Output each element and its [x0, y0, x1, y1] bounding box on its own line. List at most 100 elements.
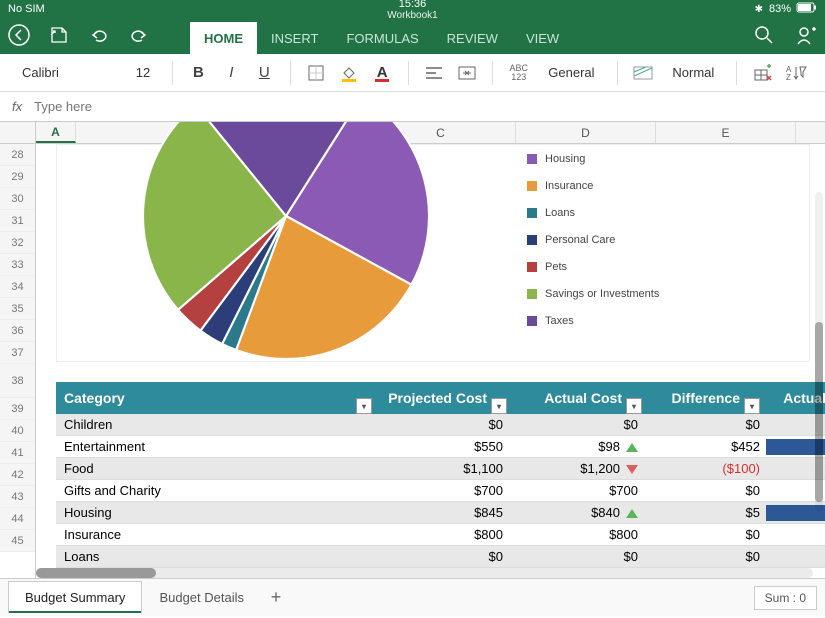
- row-header[interactable]: 32: [0, 232, 35, 254]
- trend-up-icon: [626, 443, 638, 452]
- back-icon[interactable]: [8, 24, 30, 46]
- legend-item: Loans: [527, 199, 659, 226]
- borders-button[interactable]: [305, 60, 328, 86]
- legend-item: Savings or Investments: [527, 280, 659, 307]
- row-header[interactable]: 33: [0, 254, 35, 276]
- filter-button[interactable]: ▾: [491, 398, 507, 414]
- legend-item: Personal Care: [527, 226, 659, 253]
- formula-bar: fx: [0, 92, 825, 122]
- align-button[interactable]: [422, 60, 445, 86]
- fx-label: fx: [12, 99, 22, 114]
- italic-button[interactable]: I: [220, 60, 243, 86]
- table-row[interactable]: Housing$845$840$5: [56, 502, 825, 524]
- row-header[interactable]: 35: [0, 298, 35, 320]
- svg-text:Z: Z: [786, 73, 791, 82]
- tab-home[interactable]: HOME: [190, 22, 257, 54]
- font-name-select[interactable]: [18, 61, 118, 85]
- row-header[interactable]: 29: [0, 166, 35, 188]
- bluetooth-icon: ✱: [755, 4, 763, 15]
- row-header[interactable]: 38: [0, 364, 35, 398]
- row-header[interactable]: 44: [0, 508, 35, 530]
- table-row[interactable]: Children$0$0$0: [56, 414, 825, 436]
- sheet-tab-summary[interactable]: Budget Summary: [8, 581, 142, 614]
- carrier-label: No SIM: [8, 3, 45, 15]
- legend-item: Taxes: [527, 307, 659, 334]
- th-projected: Projected Cost: [388, 390, 487, 406]
- tab-review[interactable]: REVIEW: [433, 22, 512, 54]
- search-icon[interactable]: [753, 24, 775, 46]
- cell-style-select[interactable]: Normal: [664, 63, 722, 82]
- workbook-title: Workbook1: [387, 10, 437, 21]
- vertical-scrollbar[interactable]: [815, 192, 823, 512]
- tab-view[interactable]: VIEW: [512, 22, 573, 54]
- legend-item: Housing: [527, 145, 659, 172]
- row-header[interactable]: 30: [0, 188, 35, 210]
- font-color-button[interactable]: A: [371, 60, 394, 86]
- table-row[interactable]: Entertainment$550$98$452: [56, 436, 825, 458]
- row-header[interactable]: 39: [0, 398, 35, 420]
- spreadsheet-grid[interactable]: A B C D E 282930313233343536373839404142…: [0, 122, 825, 578]
- number-format-icon[interactable]: ABC123: [507, 60, 530, 86]
- undo-icon[interactable]: [88, 24, 110, 46]
- col-header-a[interactable]: A: [36, 122, 76, 143]
- filter-button[interactable]: ▾: [626, 398, 642, 414]
- sheet-tab-bar: Budget Summary Budget Details + Sum : 0: [0, 578, 825, 616]
- th-difference: Difference: [672, 390, 740, 406]
- insert-delete-button[interactable]: [751, 60, 774, 86]
- sheet-tab-details[interactable]: Budget Details: [142, 581, 261, 614]
- file-icon[interactable]: [48, 24, 70, 46]
- trend-up-icon: [626, 509, 638, 518]
- legend-item: Insurance: [527, 172, 659, 199]
- chart-legend: HousingInsuranceLoansPersonal CarePetsSa…: [527, 145, 659, 334]
- battery-icon: [797, 3, 817, 16]
- clock: 15:36: [387, 0, 437, 10]
- tab-insert[interactable]: INSERT: [257, 22, 332, 54]
- row-header[interactable]: 28: [0, 144, 35, 166]
- app-header: HOME INSERT FORMULAS REVIEW VIEW: [0, 18, 825, 54]
- ribbon: B I U A ABC123 General Normal AZ: [0, 54, 825, 92]
- row-header[interactable]: 31: [0, 210, 35, 232]
- merge-button[interactable]: [455, 60, 478, 86]
- row-header[interactable]: 37: [0, 342, 35, 364]
- row-header[interactable]: 43: [0, 486, 35, 508]
- table-header-row: Category▾ Projected Cost▾ Actual Cost▾ D…: [56, 382, 825, 414]
- ribbon-tabs: HOME INSERT FORMULAS REVIEW VIEW: [190, 22, 573, 54]
- col-header-d[interactable]: D: [516, 122, 656, 143]
- share-icon[interactable]: [795, 24, 817, 46]
- row-header[interactable]: 42: [0, 464, 35, 486]
- bold-button[interactable]: B: [187, 60, 210, 86]
- filter-button[interactable]: ▾: [744, 398, 760, 414]
- redo-icon[interactable]: [128, 24, 150, 46]
- fill-color-button[interactable]: [338, 60, 361, 86]
- trend-down-icon: [626, 465, 638, 474]
- th-actual: Actual Cost: [544, 390, 622, 406]
- font-size-select[interactable]: [128, 61, 158, 85]
- underline-button[interactable]: U: [253, 60, 276, 86]
- filter-button[interactable]: ▾: [356, 398, 372, 414]
- sum-indicator[interactable]: Sum : 0: [754, 586, 817, 610]
- horizontal-scrollbar[interactable]: [36, 568, 813, 578]
- th-category: Category: [64, 390, 125, 406]
- budget-table: Category▾ Projected Cost▾ Actual Cost▾ D…: [56, 382, 825, 568]
- table-row[interactable]: Insurance$800$800$0: [56, 524, 825, 546]
- row-header[interactable]: 36: [0, 320, 35, 342]
- col-header-e[interactable]: E: [656, 122, 796, 143]
- sort-filter-button[interactable]: AZ: [784, 60, 807, 86]
- row-header[interactable]: 40: [0, 420, 35, 442]
- row-header[interactable]: 41: [0, 442, 35, 464]
- legend-item: Pets: [527, 253, 659, 280]
- formula-input[interactable]: [34, 99, 813, 114]
- number-format-select[interactable]: General: [540, 63, 602, 82]
- cell-styles-icon[interactable]: [631, 60, 654, 86]
- select-all-corner[interactable]: [0, 122, 36, 143]
- table-row[interactable]: Food$1,100$1,200($100): [56, 458, 825, 480]
- status-bar: No SIM 15:36 Workbook1 ✱ 83%: [0, 0, 825, 18]
- battery-label: 83%: [769, 3, 791, 15]
- table-row[interactable]: Loans$0$0$0: [56, 546, 825, 568]
- pie-chart[interactable]: HousingInsuranceLoansPersonal CarePetsSa…: [56, 144, 810, 362]
- row-header[interactable]: 34: [0, 276, 35, 298]
- table-row[interactable]: Gifts and Charity$700$700$0: [56, 480, 825, 502]
- tab-formulas[interactable]: FORMULAS: [332, 22, 432, 54]
- add-sheet-button[interactable]: +: [261, 587, 291, 608]
- row-header[interactable]: 45: [0, 530, 35, 552]
